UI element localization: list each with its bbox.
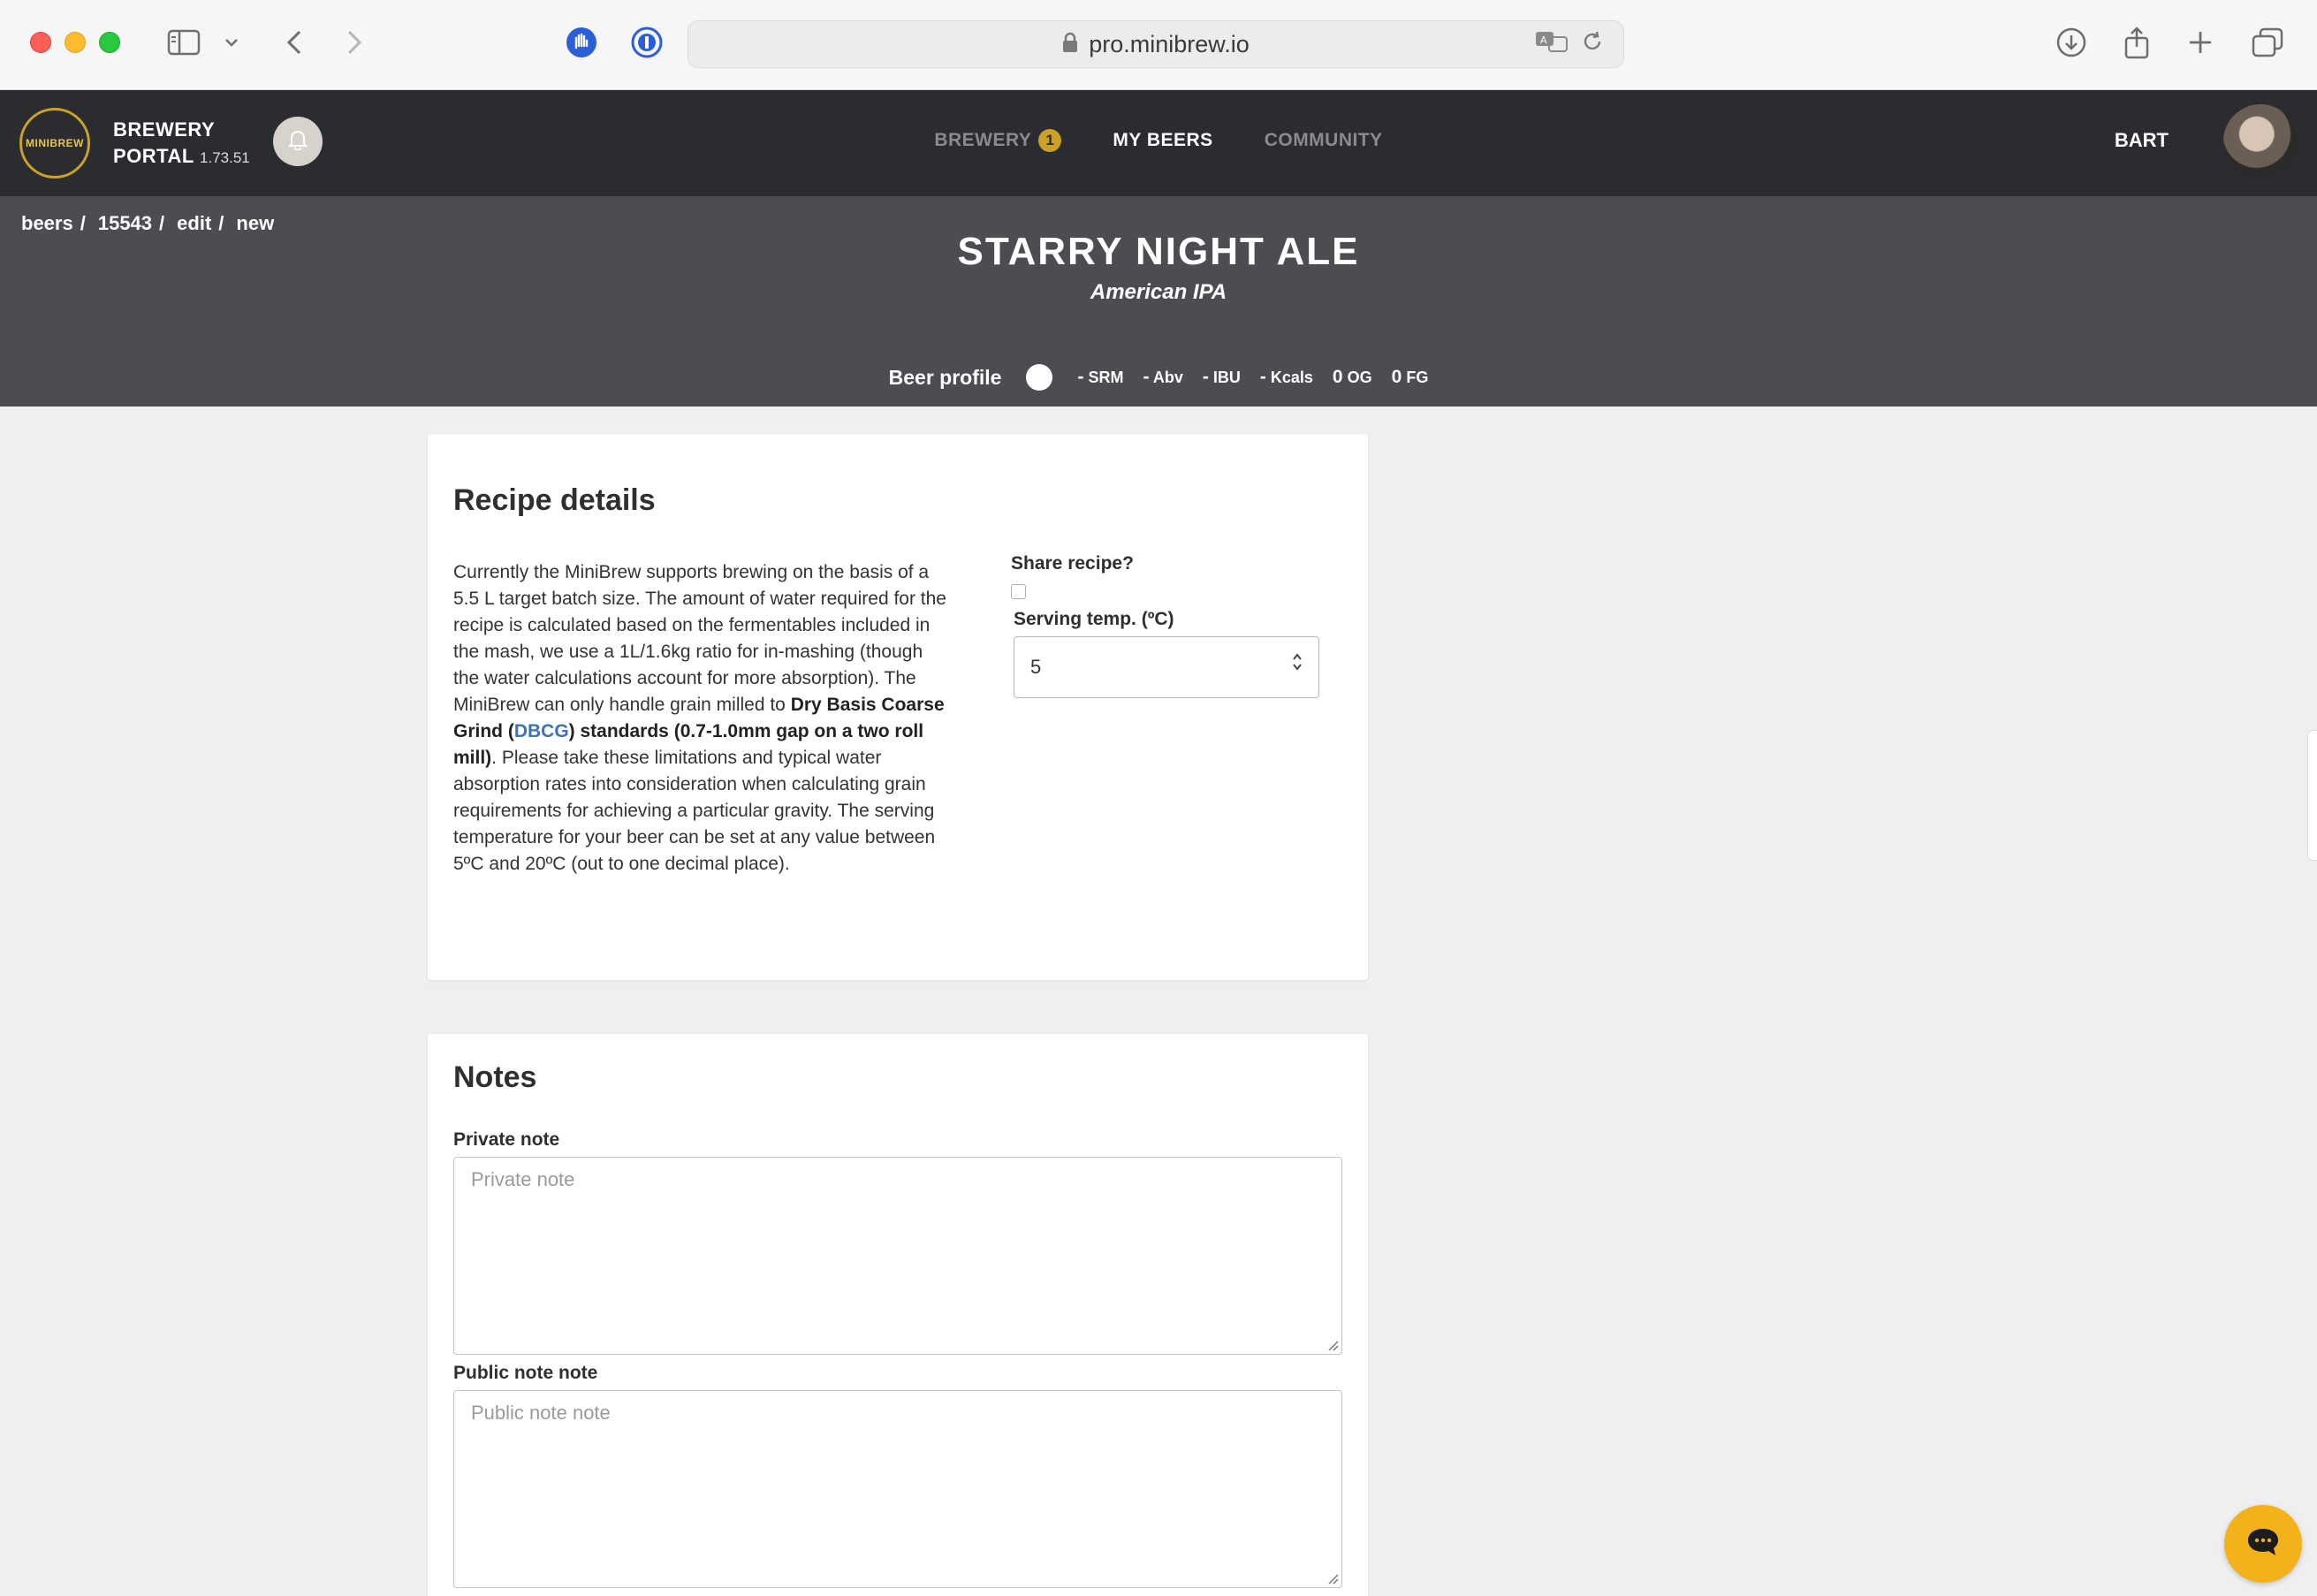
share-icon[interactable] [2117,23,2156,62]
notifications-button[interactable] [273,117,323,166]
lock-icon [1062,32,1078,57]
back-icon[interactable] [279,23,309,62]
notes-card: Notes Private note Private note Public n… [428,1034,1368,1596]
share-recipe-checkbox[interactable] [1011,584,1026,599]
recipe-details-title: Recipe details [453,483,656,517]
public-note-placeholder: Public note note [471,1402,611,1424]
nav-community-label: COMMUNITY [1264,130,1383,150]
beer-hero: beers/ 15543/ edit / new STARRY NIGHT ALE… [0,196,2317,407]
downloads-icon[interactable] [2052,23,2091,62]
share-recipe-label: Share recipe? [1011,553,1134,574]
chat-button[interactable] [2224,1505,2302,1583]
stepper-down-icon [1293,664,1302,671]
stat-ibu: - IBU [1202,367,1241,387]
nav-my-beers-label: MY BEERS [1113,130,1213,150]
minimize-window-button[interactable] [65,32,86,53]
app-version: 1.73.51 [200,149,250,166]
stat-abv: - Abv [1143,367,1183,387]
avatar[interactable] [2223,104,2298,179]
private-note-textarea[interactable]: Private note [453,1157,1342,1355]
svg-text:A: A [1540,34,1547,46]
chevron-down-icon[interactable] [221,23,242,62]
stat-srm: - SRM [1077,367,1124,387]
srm-color-swatch [1026,364,1053,391]
public-note-label: Public note note [453,1363,598,1383]
chat-icon [2245,1526,2281,1562]
user-name[interactable]: BART [2115,129,2169,152]
dbcg-link[interactable]: DBCG [514,721,569,741]
portal-title-line1: BREWERY [113,118,216,141]
serving-temp-stepper[interactable] [1292,653,1303,671]
beer-name: STARRY NIGHT ALE [957,230,1360,273]
nav-brewery[interactable]: BREWERY 1 [934,129,1062,152]
public-note-textarea[interactable]: Public note note [453,1390,1342,1588]
forward-icon[interactable] [339,23,369,62]
portal-title: BREWERY PORTAL 1.73.51 [113,117,250,171]
translate-icon[interactable]: A [1535,30,1569,57]
bell-icon [287,129,308,155]
nav-my-beers[interactable]: MY BEERS [1113,129,1212,152]
address-bar[interactable]: pro.minibrew.io A [688,20,1624,68]
beer-profile-label: Beer profile [888,365,1002,389]
hand-extension-icon[interactable] [562,23,601,62]
app-header: MINIBREW BREWERY PORTAL 1.73.51 BREWERY … [0,90,2317,196]
close-window-button[interactable] [30,32,51,53]
main-nav: BREWERY 1 MY BEERS COMMUNITY [0,129,2317,152]
stat-og: 0 OG [1332,367,1372,387]
url-text: pro.minibrew.io [1089,30,1250,57]
beer-profile: Beer profile - SRM - Abv - IBU - Kcals 0… [0,364,2317,391]
minibrew-logo[interactable]: MINIBREW [19,108,90,179]
notes-title: Notes [453,1060,537,1094]
sidebar-toggle-icon[interactable] [164,23,203,62]
stat-kcals: - Kcals [1259,367,1313,387]
private-note-label: Private note [453,1129,560,1150]
nav-brewery-label: BREWERY [934,130,1032,150]
serving-temp-input[interactable]: 5 [1014,636,1319,698]
nav-community[interactable]: COMMUNITY [1265,129,1383,152]
tab-overview-icon[interactable] [2248,23,2287,62]
recipe-details-card: Recipe details Currently the MiniBrew su… [428,434,1368,980]
logo-text: MINIBREW [26,137,84,149]
resize-handle-icon [1328,1341,1339,1351]
browser-toolbar: pro.minibrew.io A [0,0,2317,90]
brewery-count-badge: 1 [1038,129,1062,152]
serving-temp-value: 5 [1030,656,1042,678]
recipe-description: Currently the MiniBrew supports brewing … [453,562,946,874]
private-note-placeholder: Private note [471,1168,575,1190]
zoom-window-button[interactable] [99,32,120,53]
serving-temp-label: Serving temp. (ºC) [1014,609,1174,629]
beer-style: American IPA [1090,280,1227,304]
stepper-up-icon [1293,653,1302,660]
portal-title-line2: PORTAL [113,145,194,167]
new-tab-icon[interactable] [2181,23,2220,62]
side-feedback-tab[interactable] [2307,730,2317,861]
resize-handle-icon [1328,1574,1339,1585]
reload-icon[interactable] [1581,30,1604,57]
stat-fg: 0 FG [1391,367,1429,387]
password-manager-icon[interactable] [627,23,666,62]
